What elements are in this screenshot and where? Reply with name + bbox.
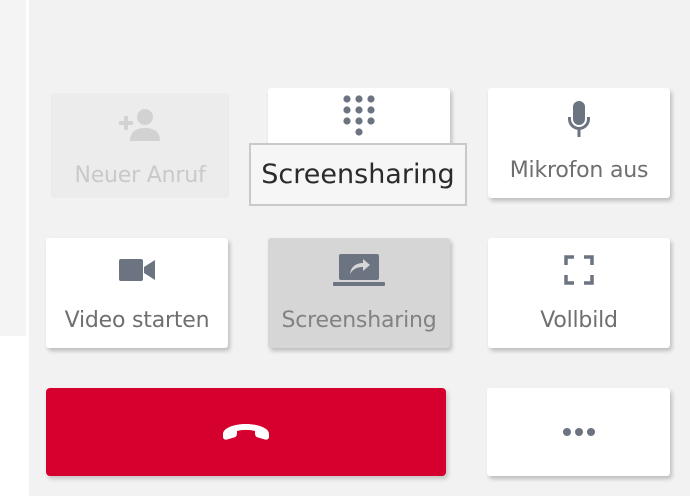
- screensharing-label: Screensharing: [281, 308, 437, 333]
- new-call-label: Neuer Anruf: [74, 163, 206, 188]
- video-camera-icon: [46, 248, 228, 292]
- more-dots-icon: [562, 427, 596, 437]
- microphone-icon: [488, 98, 670, 142]
- mute-microphone-button[interactable]: Mikrofon aus: [488, 88, 670, 198]
- add-person-icon: [51, 103, 229, 147]
- fullscreen-icon: [488, 248, 670, 292]
- new-call-button: Neuer Anruf: [51, 93, 229, 198]
- fullscreen-button[interactable]: Vollbild: [488, 238, 670, 348]
- screensharing-tooltip: Screensharing: [249, 143, 467, 206]
- start-video-button[interactable]: Video starten: [46, 238, 228, 348]
- phone-hangup-icon: [221, 421, 271, 443]
- dialpad-icon: [268, 95, 450, 140]
- left-panel: [0, 0, 26, 336]
- screensharing-button[interactable]: Screensharing: [268, 238, 450, 348]
- start-video-label: Video starten: [64, 308, 210, 333]
- screen-share-icon: [268, 248, 450, 292]
- mute-label: Mikrofon aus: [509, 158, 649, 183]
- hang-up-button[interactable]: [46, 388, 446, 476]
- more-options-button[interactable]: [487, 388, 670, 476]
- fullscreen-label: Vollbild: [540, 308, 618, 333]
